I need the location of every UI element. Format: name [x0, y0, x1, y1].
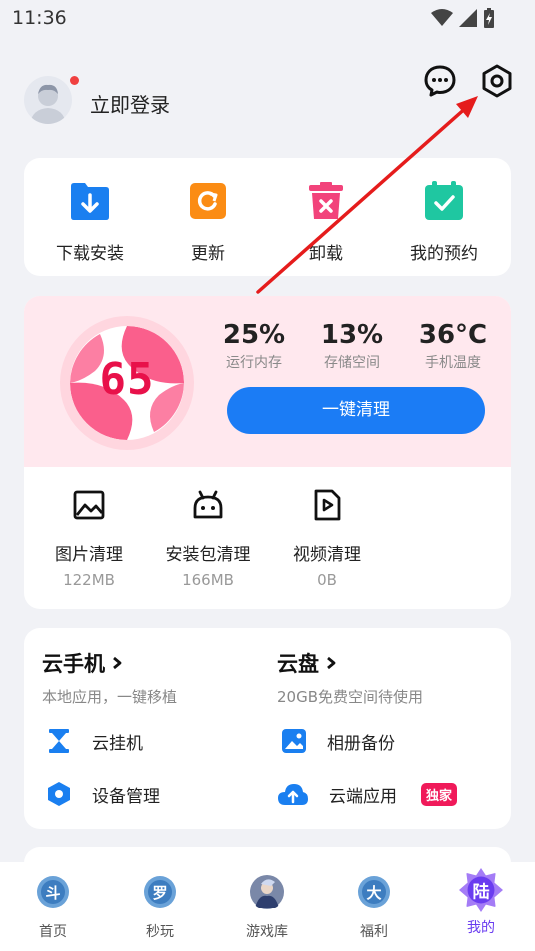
tool-name: 视频清理: [293, 545, 361, 565]
home-emblem-icon: 斗: [37, 876, 69, 908]
cloud-card: 云手机 本地应用，一键移植 云盘 20GB免费空间待使用 云挂机 设备管理 相册…: [24, 628, 511, 829]
tab-welfare[interactable]: 大 福利: [334, 874, 414, 941]
stat-label: 运行内存: [226, 355, 282, 371]
video-icon: [314, 489, 341, 521]
tab-label: 秒玩: [146, 924, 174, 940]
avatar[interactable]: [24, 76, 72, 124]
status-bar: 11:36: [0, 0, 535, 36]
gear-icon: [482, 64, 512, 98]
hourglass-icon: [49, 729, 69, 753]
stat-value: 13%: [320, 320, 384, 350]
cloud-disk-subtitle: 20GB免费空间待使用: [277, 688, 424, 706]
mine-emblem-icon: 陆: [459, 868, 503, 912]
download-icon: [71, 183, 109, 220]
welfare-emblem-icon: 大: [358, 876, 390, 908]
user-avatar-icon: [30, 84, 66, 124]
quick-action-label: 卸载: [309, 244, 343, 264]
image-icon: [73, 490, 105, 520]
calendar-check-icon: [425, 181, 463, 220]
quick-action-label: 下载安装: [56, 244, 124, 264]
tool-size: 0B: [317, 571, 337, 589]
cloud-item-label: 云挂机: [92, 733, 143, 754]
cloud-disk-section[interactable]: 云盘 20GB免费空间待使用: [277, 648, 497, 707]
android-icon: [193, 490, 223, 519]
cloud-item-label: 相册备份: [327, 733, 395, 754]
cloud-disk-title[interactable]: 云盘: [277, 648, 497, 678]
instant-play-emblem-icon: 罗: [144, 876, 176, 908]
tab-home[interactable]: 斗 首页: [13, 874, 93, 941]
device-shield-icon: [48, 782, 70, 806]
stat-label: 手机温度: [425, 355, 481, 371]
tab-instant-play[interactable]: 罗 秒玩: [120, 874, 200, 941]
cloud-device-item[interactable]: 设备管理: [46, 781, 160, 807]
svg-text:斗: 斗: [45, 884, 60, 902]
quick-actions-card: 下载安装 更新 卸载 我的预约: [24, 158, 511, 276]
cleaner-card: 65 25% 运行内存 13% 存储空间 36°C 手机温度 一键清理 图片清理…: [24, 296, 511, 609]
stat-temperature: 36°C 手机温度: [408, 320, 498, 372]
battery-icon: [484, 8, 494, 28]
bottom-tab-bar: 斗 首页 罗 秒玩 游戏库 大 福利 陆 我的: [0, 862, 535, 951]
exclusive-badge: 独家: [421, 782, 458, 806]
chevron-right-icon: [327, 656, 336, 670]
update-icon: [190, 183, 226, 219]
svg-text:大: 大: [366, 884, 381, 902]
tab-label: 我的: [467, 920, 495, 936]
cloud-upload-icon: [278, 784, 308, 805]
cloud-phone-section[interactable]: 云手机 本地应用，一键移植: [42, 648, 262, 707]
quick-action-label: 我的预约: [410, 244, 478, 264]
cloud-album-item[interactable]: 相册备份: [281, 728, 395, 754]
quick-action-uninstall[interactable]: 卸载: [271, 180, 381, 264]
cloud-item-label: 云端应用: [329, 786, 397, 807]
tool-size: 122MB: [63, 571, 115, 589]
tool-image-clean[interactable]: 图片清理 122MB: [34, 488, 144, 589]
photo-backup-icon: [282, 729, 306, 753]
signal-icon: [459, 9, 477, 27]
score-value: 65: [99, 354, 155, 405]
cloud-apps-item[interactable]: 云端应用 独家: [277, 781, 458, 807]
quick-action-label: 更新: [191, 244, 225, 264]
svg-text:陆: 陆: [472, 881, 489, 902]
stat-label: 存储空间: [324, 355, 380, 371]
tab-game-library[interactable]: 游戏库: [227, 874, 307, 941]
profile-header: 立即登录: [0, 36, 535, 158]
notification-dot: [70, 76, 79, 85]
settings-button[interactable]: [480, 64, 514, 98]
chevron-right-icon: [113, 656, 122, 670]
trash-icon: [309, 182, 343, 219]
tool-apk-clean[interactable]: 安装包清理 166MB: [153, 488, 263, 589]
cloud-phone-title-text: 云手机: [42, 652, 105, 676]
tool-name: 图片清理: [55, 545, 123, 565]
quick-action-update[interactable]: 更新: [153, 180, 263, 264]
quick-action-reservations[interactable]: 我的预约: [389, 180, 499, 264]
stat-storage: 13% 存储空间: [307, 320, 397, 372]
stat-memory: 25% 运行内存: [209, 320, 299, 372]
tool-size: 166MB: [182, 571, 234, 589]
cloud-phone-title[interactable]: 云手机: [42, 648, 262, 678]
one-click-clean-button[interactable]: 一键清理: [227, 387, 485, 434]
tab-label: 福利: [360, 924, 388, 940]
tab-mine[interactable]: 陆 我的: [441, 868, 521, 937]
cloud-phone-subtitle: 本地应用，一键移植: [42, 688, 178, 706]
wifi-icon: [431, 9, 453, 26]
cloud-disk-title-text: 云盘: [277, 652, 319, 676]
tool-name: 安装包清理: [165, 545, 251, 565]
tool-video-clean[interactable]: 视频清理 0B: [272, 488, 382, 589]
cleaner-summary: 65 25% 运行内存 13% 存储空间 36°C 手机温度 一键清理: [24, 296, 511, 467]
cloud-idle-item[interactable]: 云挂机: [46, 728, 143, 754]
login-link[interactable]: 立即登录: [90, 89, 170, 118]
status-icons: [431, 8, 495, 28]
tab-label: 游戏库: [246, 924, 288, 940]
message-button[interactable]: [423, 64, 457, 98]
chat-bubble-icon: [424, 65, 456, 97]
quick-action-download[interactable]: 下载安装: [35, 180, 145, 264]
game-character-icon: [250, 875, 284, 909]
stat-value: 25%: [222, 320, 286, 350]
stat-value: 36°C: [418, 320, 488, 350]
tab-label: 首页: [39, 924, 67, 940]
status-time: 11:36: [12, 7, 67, 29]
cloud-item-label: 设备管理: [92, 786, 160, 807]
svg-text:罗: 罗: [152, 884, 167, 902]
